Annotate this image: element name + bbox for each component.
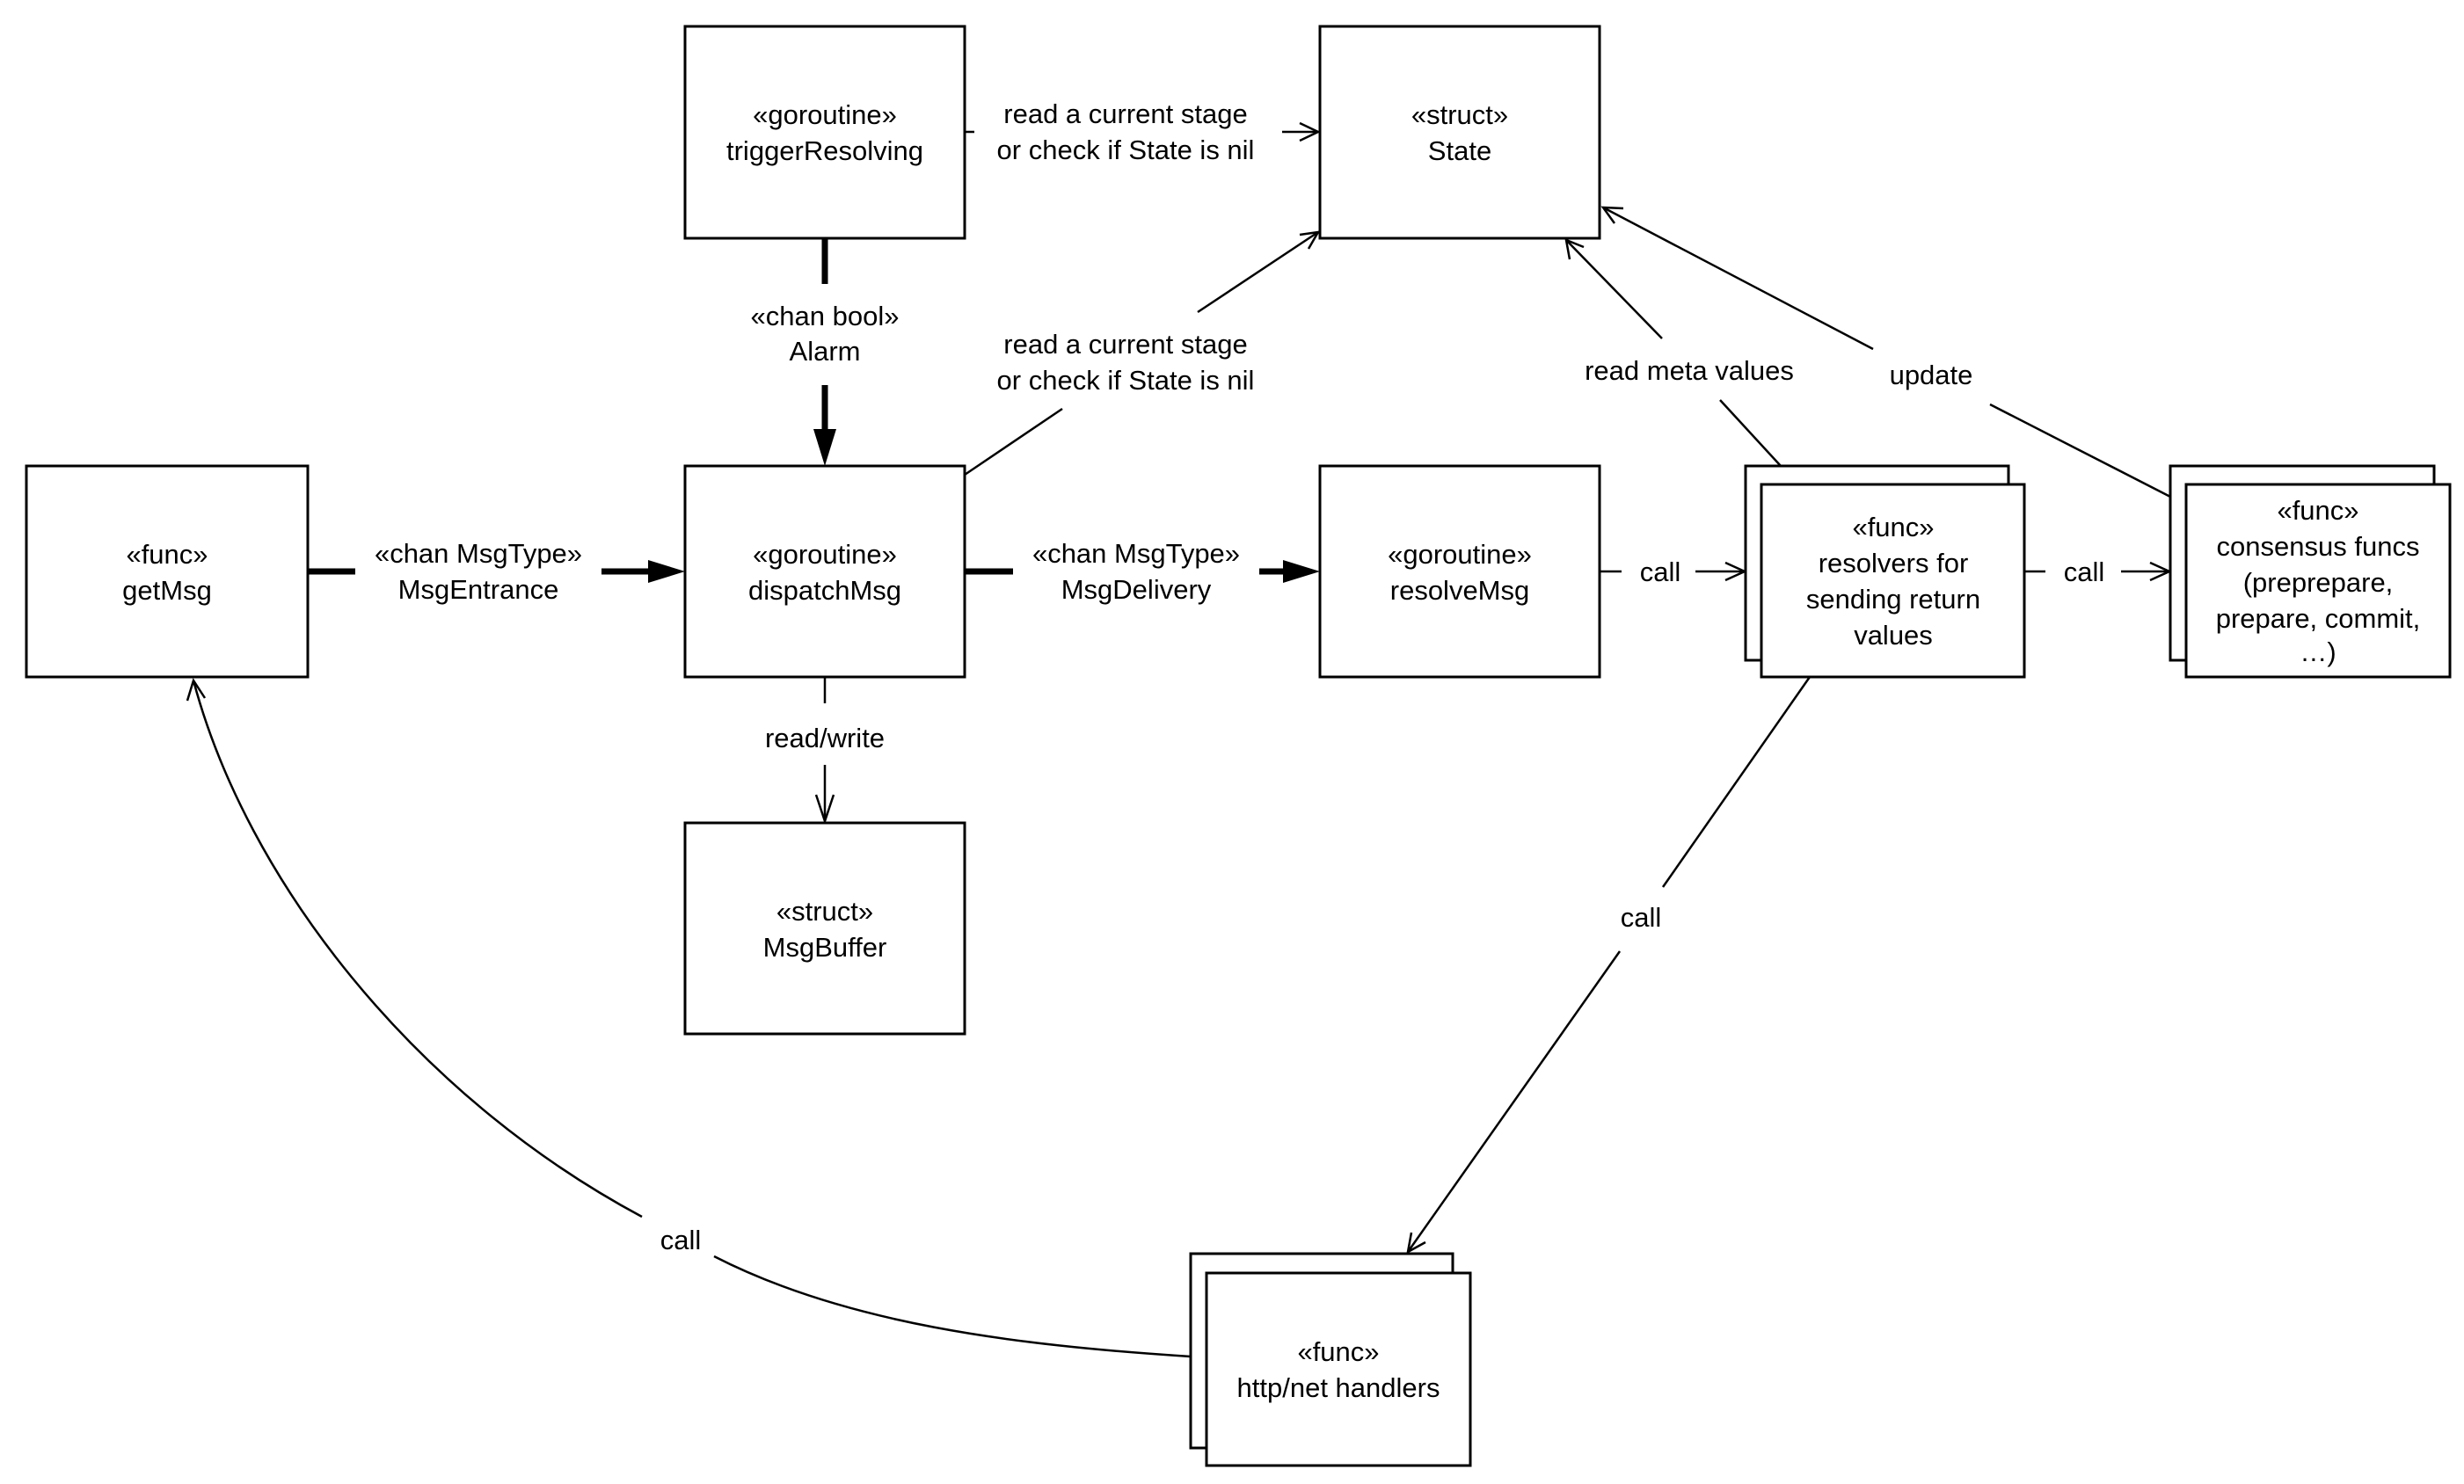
node-stereotype: «func»	[1852, 512, 1934, 542]
edge-dispatch-to-state: read a current stage or check if State i…	[964, 230, 1321, 476]
node-name: MsgBuffer	[763, 932, 887, 963]
edge-label-line: «chan MsgType»	[375, 538, 582, 569]
node-trigger-resolving[interactable]: «goroutine» triggerResolving	[683, 25, 966, 240]
edge-label: call	[2064, 556, 2105, 587]
edge-curve	[192, 680, 643, 1218]
node-name: getMsg	[122, 575, 212, 606]
node-consensus-funcs[interactable]: «func» consensus funcs (preprepare, prep…	[2169, 464, 2452, 679]
node-stereotype: «goroutine»	[753, 539, 897, 570]
edge-line	[1197, 230, 1319, 314]
node-stereotype: «struct»	[1411, 99, 1508, 130]
node-box	[1205, 1271, 1472, 1467]
edge-line	[964, 407, 1063, 476]
edge-label: call	[1640, 556, 1681, 587]
edge-label-line: «chan MsgType»	[1032, 538, 1240, 569]
edge-resolve-call: call	[1600, 556, 1748, 587]
node-name-line: (preprepare,	[2243, 567, 2394, 598]
edge-label: read meta values	[1585, 355, 1794, 386]
edge-line	[1661, 676, 1812, 888]
edge-label-line: MsgDelivery	[1061, 574, 1212, 605]
edge-label-line: or check if State is nil	[997, 365, 1255, 396]
edge-label: call	[1621, 902, 1662, 933]
edge-label: call	[660, 1225, 702, 1255]
edge-label-line: read a current stage	[1003, 98, 1247, 129]
edge-read-write: read/write	[765, 677, 885, 825]
filled-arrowhead-icon	[1283, 560, 1320, 583]
filled-arrowhead-icon	[813, 429, 836, 466]
edge-label: read/write	[765, 723, 885, 753]
node-name-line: …)	[2300, 637, 2336, 667]
node-name: http/net handlers	[1237, 1372, 1440, 1403]
node-name-line: consensus funcs	[2217, 531, 2420, 562]
edge-line	[1565, 239, 1663, 339]
node-state[interactable]: «struct» State	[1318, 25, 1601, 240]
edge-trigger-to-state: read a current stage or check if State i…	[965, 98, 1321, 165]
node-stereotype: «func»	[1297, 1336, 1379, 1367]
node-stereotype: «func»	[2277, 495, 2358, 526]
node-resolvers[interactable]: «func» resolvers for sending return valu…	[1744, 464, 2026, 679]
node-name: triggerResolving	[726, 135, 923, 166]
edge-alarm-channel: «chan bool» Alarm	[751, 238, 900, 466]
node-resolve-msg[interactable]: «goroutine» resolveMsg	[1318, 464, 1601, 679]
edge-update: update	[1600, 206, 2171, 498]
node-box	[683, 25, 966, 240]
node-box	[683, 464, 966, 679]
node-stereotype: «func»	[126, 539, 208, 570]
node-msg-buffer[interactable]: «struct» MsgBuffer	[683, 821, 966, 1036]
edge-resolvers-call: call	[2024, 556, 2173, 587]
edge-label-line: Alarm	[790, 336, 861, 367]
architecture-diagram: read a current stage or check if State i…	[25, 25, 2452, 1467]
filled-arrowhead-icon	[648, 560, 685, 583]
node-getmsg[interactable]: «func» getMsg	[25, 464, 310, 679]
edge-line	[1719, 399, 1782, 467]
node-name-line: values	[1854, 620, 1933, 651]
node-box	[683, 821, 966, 1036]
edge-label: update	[1890, 360, 1973, 390]
node-name: State	[1428, 135, 1491, 166]
node-name-line: resolvers for	[1819, 548, 1969, 578]
edge-line	[1602, 206, 1874, 351]
node-box	[1318, 464, 1601, 679]
edge-label-line: or check if State is nil	[997, 135, 1255, 165]
node-box	[25, 464, 310, 679]
edge-line	[1406, 950, 1622, 1253]
node-http-handlers[interactable]: «func» http/net handlers	[1189, 1252, 1472, 1467]
node-stereotype: «struct»	[776, 896, 873, 927]
edge-resolvers-to-http: call	[1406, 676, 1812, 1255]
edge-label-line: read a current stage	[1003, 329, 1247, 360]
node-name-line: prepare, commit,	[2216, 603, 2421, 634]
node-box	[1318, 25, 1601, 240]
edge-msg-delivery-channel: «chan MsgType» MsgDelivery	[965, 538, 1320, 605]
edge-read-meta: read meta values	[1564, 238, 1794, 467]
edge-label-line: MsgEntrance	[398, 574, 559, 605]
node-name: dispatchMsg	[748, 575, 901, 606]
edge-msg-entrance-channel: «chan MsgType» MsgEntrance	[308, 538, 685, 605]
node-stereotype: «goroutine»	[753, 99, 897, 130]
node-dispatch-msg[interactable]: «goroutine» dispatchMsg	[683, 464, 966, 679]
edge-curve	[713, 1255, 1192, 1358]
edge-label-line: «chan bool»	[751, 301, 900, 331]
edge-line	[1989, 403, 2171, 498]
node-stereotype: «goroutine»	[1388, 539, 1532, 570]
node-name-line: sending return	[1806, 584, 1980, 615]
node-name: resolveMsg	[1390, 575, 1530, 606]
